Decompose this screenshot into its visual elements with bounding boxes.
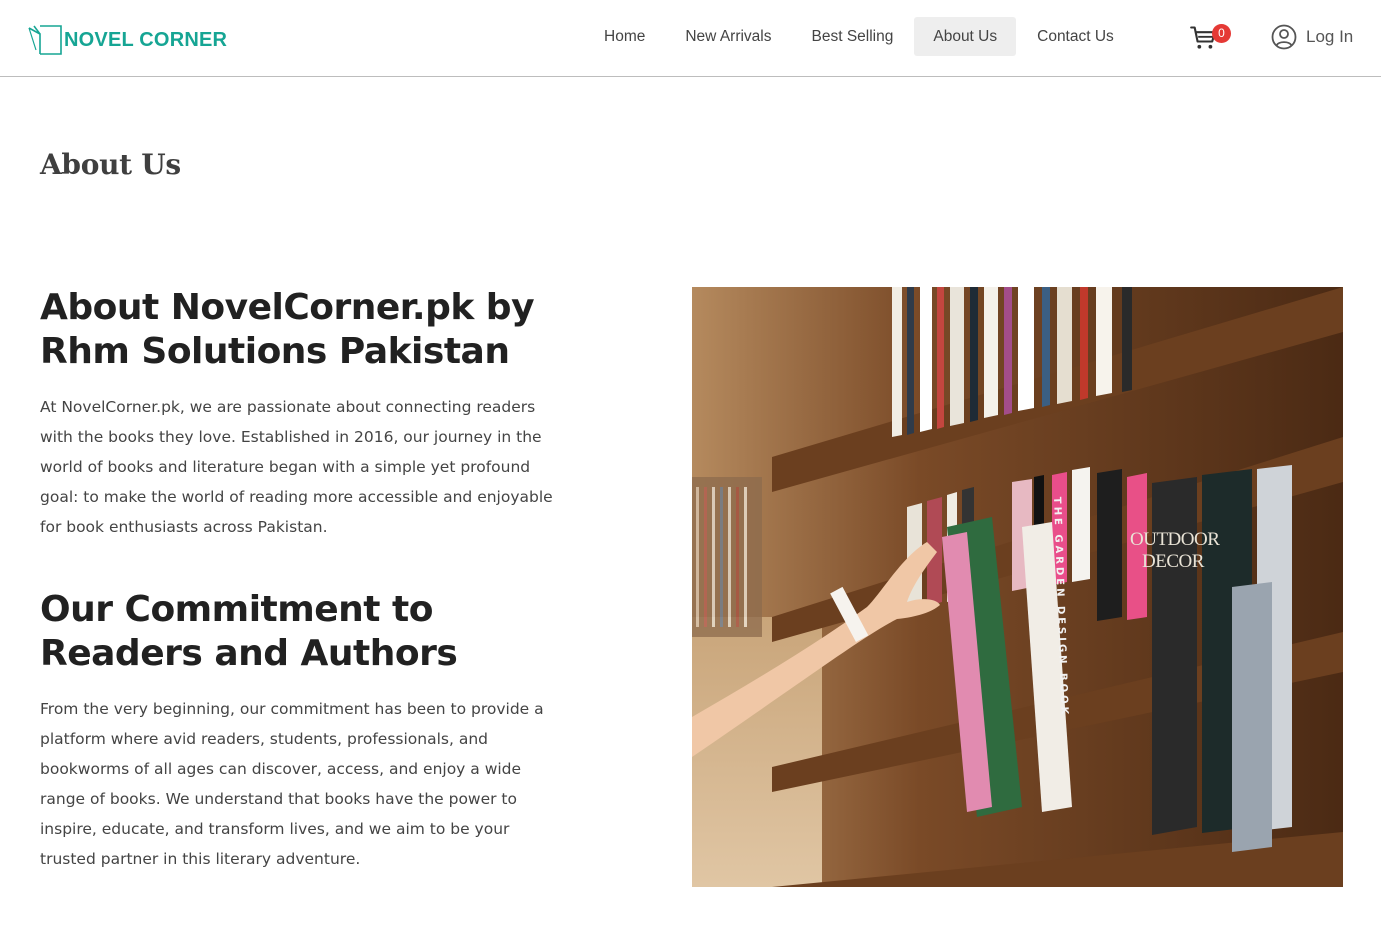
login-button[interactable]: Log In — [1270, 22, 1353, 52]
page-title: About Us — [40, 148, 181, 181]
nav-about-us[interactable]: About Us — [914, 17, 1017, 56]
commitment-section: Our Commitment to Readers and Authors Fr… — [40, 588, 560, 874]
cart-button[interactable]: 0 — [1190, 22, 1234, 52]
bookshelf-photo: OUTDOOR DECOR THE GARDEN DESIGN BOOK — [692, 287, 1343, 887]
user-icon — [1271, 24, 1297, 50]
nav-contact-us[interactable]: Contact Us — [1018, 17, 1133, 56]
nav-best-selling[interactable]: Best Selling — [793, 17, 913, 56]
about-section: About NovelCorner.pk by Rhm Solutions Pa… — [40, 286, 560, 542]
nav-new-arrivals[interactable]: New Arrivals — [666, 17, 790, 56]
logo-text: NOVEL CORNER — [64, 28, 228, 51]
cover-title-line1: OUTDOOR — [1130, 529, 1220, 550]
site-header: NOVEL CORNER Home New Arrivals Best Sell… — [0, 0, 1381, 77]
bookshelf-illustration: OUTDOOR DECOR THE GARDEN DESIGN BOOK — [692, 287, 1343, 887]
main-nav: Home New Arrivals Best Selling About Us … — [585, 17, 1135, 56]
nav-home[interactable]: Home — [585, 17, 664, 56]
login-label: Log In — [1306, 27, 1354, 46]
commitment-heading: Our Commitment to Readers and Authors — [40, 589, 458, 674]
site-logo[interactable]: NOVEL CORNER — [26, 22, 227, 58]
cart-count-badge: 0 — [1212, 24, 1231, 43]
logo-icon — [28, 25, 62, 55]
about-paragraph: At NovelCorner.pk, we are passionate abo… — [40, 398, 553, 536]
about-content: About NovelCorner.pk by Rhm Solutions Pa… — [40, 286, 560, 874]
commitment-paragraph: From the very beginning, our commitment … — [40, 700, 544, 868]
about-heading: About NovelCorner.pk by Rhm Solutions Pa… — [40, 287, 535, 372]
cover-title-line2: DECOR — [1142, 551, 1205, 572]
